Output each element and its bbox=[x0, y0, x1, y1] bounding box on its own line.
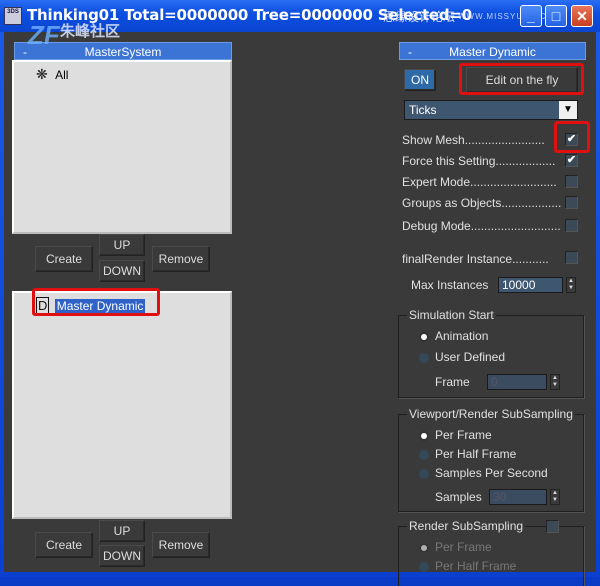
close-button[interactable]: ✕ bbox=[571, 5, 593, 27]
highlight-edit-button bbox=[459, 63, 584, 95]
client-area: - MasterSystem ❋ All ZF 朱峰社区 Create UP D… bbox=[4, 20, 596, 586]
render-subsampling-group: Render SubSampling Per Frame Per Half Fr… bbox=[398, 519, 584, 586]
final-render-label: finalRender Instance........... bbox=[402, 252, 549, 266]
max-instances-input[interactable]: 10000 bbox=[498, 277, 563, 293]
rollout-title: Master Dynamic bbox=[449, 45, 536, 59]
up-dynamic-button[interactable]: UP bbox=[99, 520, 145, 542]
remove-system-button[interactable]: Remove bbox=[152, 246, 210, 272]
final-render-checkbox[interactable] bbox=[565, 251, 578, 264]
max-instances-label: Max Instances bbox=[411, 278, 489, 292]
group-title: Simulation Start bbox=[407, 308, 496, 322]
frame-input[interactable]: 0 bbox=[487, 374, 547, 390]
expert-mode-label: Expert Mode.......................... bbox=[402, 175, 557, 189]
group-title: Render SubSampling bbox=[407, 519, 526, 533]
animation-radio[interactable] bbox=[419, 332, 429, 342]
simulation-start-group: Simulation Start Animation User Defined … bbox=[398, 308, 584, 398]
samples-per-second-radio[interactable] bbox=[419, 469, 429, 479]
user-defined-radio-label: User Defined bbox=[435, 350, 506, 364]
expert-mode-checkbox[interactable] bbox=[565, 175, 578, 188]
groups-as-objects-checkbox[interactable] bbox=[565, 196, 578, 209]
force-setting-checkbox[interactable]: ✔ bbox=[565, 154, 578, 167]
on-toggle-button[interactable]: ON bbox=[404, 69, 436, 91]
force-setting-label: Force this Setting.................. bbox=[402, 154, 556, 168]
render-subsampling-checkbox[interactable] bbox=[546, 520, 559, 533]
watermark-logo: ZF bbox=[28, 20, 60, 50]
render-per-frame-label: Per Frame bbox=[435, 540, 492, 554]
mode-select[interactable]: Ticks ▼ bbox=[404, 100, 578, 120]
viewport-subsampling-group: Viewport/Render SubSampling Per Frame Pe… bbox=[398, 407, 584, 512]
samples-label: Samples bbox=[435, 490, 482, 504]
samples-per-second-label: Samples Per Second bbox=[435, 466, 548, 480]
particle-system-icon: ❋ bbox=[36, 66, 48, 82]
samples-spinner[interactable]: ▲ ▼ bbox=[550, 489, 560, 505]
animation-radio-label: Animation bbox=[435, 329, 489, 343]
per-frame-label: Per Frame bbox=[435, 428, 492, 442]
create-system-button[interactable]: Create bbox=[35, 246, 93, 272]
down-dynamic-button[interactable]: DOWN bbox=[99, 545, 145, 567]
watermark-text: 思缘设计论坛 bbox=[383, 10, 456, 24]
chevron-down-icon[interactable]: ▼ bbox=[559, 101, 577, 119]
debug-mode-checkbox[interactable] bbox=[565, 219, 578, 232]
up-system-button[interactable]: UP bbox=[99, 234, 145, 256]
frame-label: Frame bbox=[435, 375, 470, 389]
3ds-app-icon: 3DS bbox=[4, 7, 22, 25]
down-system-button[interactable]: DOWN bbox=[99, 260, 145, 282]
samples-input[interactable]: 30 bbox=[489, 489, 547, 505]
group-title: Viewport/Render SubSampling bbox=[407, 407, 575, 421]
highlight-show-mesh bbox=[554, 121, 590, 153]
frame-spinner[interactable]: ▲ ▼ bbox=[550, 374, 560, 390]
minimize-button[interactable]: _ bbox=[520, 5, 542, 27]
user-defined-radio[interactable] bbox=[419, 353, 429, 363]
maximize-button[interactable]: □ bbox=[545, 5, 567, 27]
render-per-half-frame-radio[interactable] bbox=[419, 562, 429, 572]
remove-dynamic-button[interactable]: Remove bbox=[152, 532, 210, 558]
list-item[interactable]: ❋ All bbox=[36, 66, 68, 83]
show-mesh-label: Show Mesh........................ bbox=[402, 133, 545, 147]
max-instances-spinner[interactable]: ▲ ▼ bbox=[566, 277, 576, 293]
per-half-frame-radio[interactable] bbox=[419, 450, 429, 460]
render-per-half-frame-label: Per Half Frame bbox=[435, 559, 517, 573]
watermark-text: 朱峰社区 bbox=[60, 23, 121, 40]
groups-as-objects-label: Groups as Objects.................. bbox=[402, 196, 562, 210]
system-list[interactable]: ❋ All bbox=[12, 60, 232, 234]
master-dynamic-rollout-header[interactable]: - Master Dynamic bbox=[399, 42, 586, 60]
mode-select-value: Ticks bbox=[409, 103, 437, 117]
per-frame-radio[interactable] bbox=[419, 431, 429, 441]
highlight-master-dynamic bbox=[32, 288, 160, 316]
render-per-frame-radio[interactable] bbox=[419, 543, 429, 553]
create-dynamic-button[interactable]: Create bbox=[35, 532, 93, 558]
app-window: 3DS Thinking01 Total=0000000 Tree=000000… bbox=[0, 0, 600, 586]
list-item-label: All bbox=[55, 68, 69, 82]
debug-mode-label: Debug Mode........................... bbox=[402, 219, 561, 233]
dynamic-list[interactable]: D Master Dynamic bbox=[12, 291, 232, 519]
per-half-frame-label: Per Half Frame bbox=[435, 447, 517, 461]
